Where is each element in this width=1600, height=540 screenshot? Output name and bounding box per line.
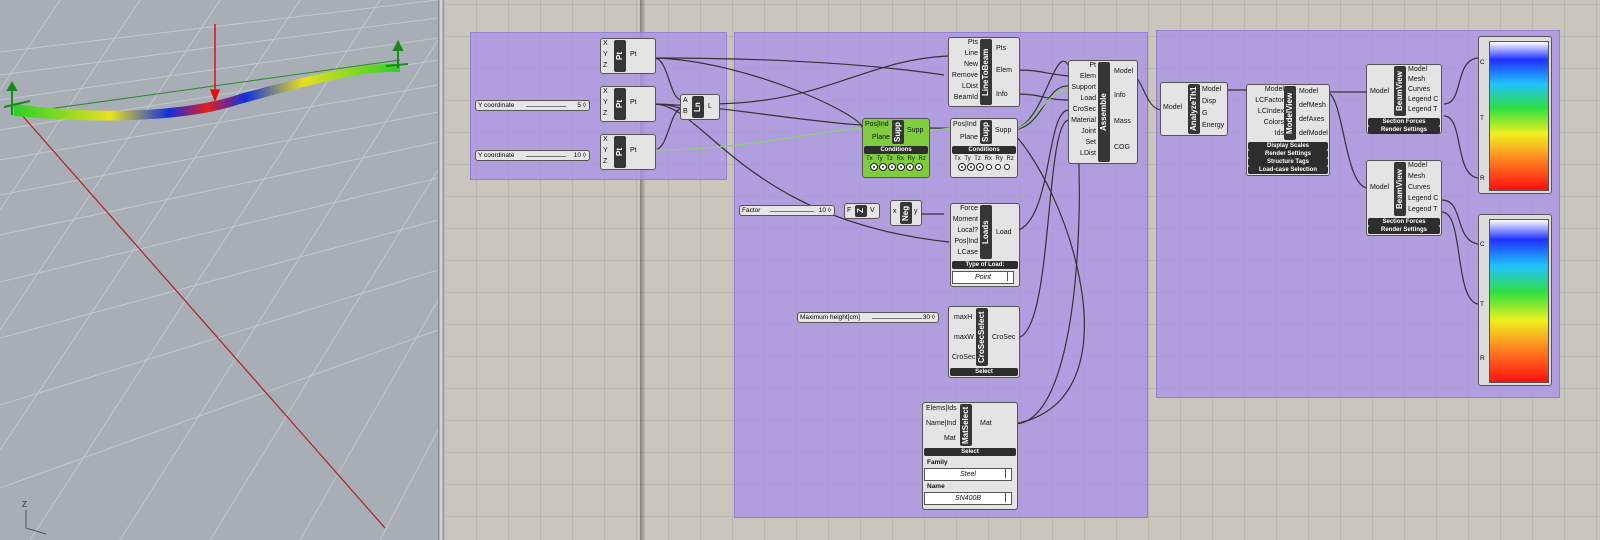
material-select-component[interactable]: Elems|Ids Name|Ind Mat MatSelect Mat Sel…	[922, 402, 1018, 510]
beam-view-component-2[interactable]: Model BeamView Model Mesh Curves Legend …	[1366, 160, 1442, 236]
slider-track[interactable]	[770, 211, 814, 212]
support-dof-toggles[interactable]: Tx Ty Tz Rx Ry Rz	[952, 156, 1016, 171]
slider-track[interactable]	[526, 106, 566, 107]
support-component-1[interactable]: Pos|Ind Plane Supp Supp Conditions Tx Ty…	[862, 118, 930, 178]
viewport-grid	[0, 0, 438, 540]
point-component-1[interactable]: X Y Z Pt Pt	[600, 38, 656, 74]
point-component-3[interactable]: X Y Z Pt Pt	[600, 134, 656, 170]
dof-toggle[interactable]	[878, 163, 887, 171]
negative-component[interactable]: x Neg y	[890, 200, 922, 226]
dof-toggle[interactable]	[1003, 164, 1010, 170]
legend-panel-1[interactable]: C T R	[1478, 36, 1552, 194]
line-to-beam-component[interactable]: Pts Line New Remove LDist BeamId LineToB…	[948, 37, 1020, 107]
legend-color-gradient	[1489, 41, 1549, 191]
load-arrow-icon	[209, 24, 221, 103]
legend-panel-2[interactable]: C T R	[1478, 214, 1552, 386]
dof-toggle[interactable]	[905, 163, 914, 171]
grasshopper-canvas[interactable]: Y coordinate 5 ◊ Y coordinate 10 ◊ Facto…	[444, 0, 1600, 540]
legend-color-gradient	[1489, 219, 1549, 383]
y-coordinate-slider-2[interactable]: Y coordinate 10 ◊	[475, 150, 590, 161]
support-component-2[interactable]: Pos|Ind Plane Supp Supp Conditions Tx Ty…	[950, 118, 1018, 178]
slider-track[interactable]	[872, 318, 922, 319]
dof-toggle[interactable]	[975, 163, 984, 171]
assemble-component[interactable]: Pt Elem Support Load CroSec Material Joi…	[1068, 60, 1138, 164]
model-view-component[interactable]: Model LCFactor LCIndex Colors Ids ModelV…	[1246, 84, 1330, 176]
deflected-beam	[14, 63, 400, 121]
maximum-height-slider[interactable]: Maximum height[cm] 30 ◊	[797, 312, 939, 323]
line-component[interactable]: A B Ln L	[680, 94, 720, 120]
cross-section-select-component[interactable]: maxH maxW CroSec CroSecSelect CroSec Sel…	[948, 306, 1020, 378]
material-name-dropdown[interactable]: SN400B	[924, 492, 1012, 505]
factor-slider[interactable]: Factor 10 ◊	[739, 205, 835, 216]
slider-track[interactable]	[526, 156, 566, 157]
material-family-dropdown[interactable]: Steel	[924, 468, 1012, 481]
axis-z-label: Z	[22, 500, 27, 509]
loads-component[interactable]: Force Moment Local? Pos|Ind LCase Loads …	[950, 203, 1020, 287]
dof-toggle[interactable]	[914, 163, 923, 171]
y-coordinate-slider-1[interactable]: Y coordinate 5 ◊	[475, 100, 590, 111]
dof-toggle[interactable]	[994, 164, 1001, 170]
viewport-scene	[0, 0, 438, 540]
rhino-viewport[interactable]: Z	[0, 0, 438, 540]
x-axis-line	[19, 112, 386, 529]
dof-toggle[interactable]	[887, 163, 896, 171]
dof-toggle[interactable]	[966, 163, 975, 171]
support-dof-toggles[interactable]: Tx Ty Tz Rx Ry Rz	[864, 156, 928, 171]
unit-z-component[interactable]: F Z V	[844, 203, 880, 219]
dof-toggle[interactable]	[869, 163, 878, 171]
dof-toggle[interactable]	[957, 163, 966, 171]
dof-toggle[interactable]	[896, 163, 905, 171]
dof-toggle[interactable]	[985, 164, 992, 170]
beam-view-component-1[interactable]: Model BeamView Model Mesh Curves Legend …	[1366, 64, 1442, 134]
analyze-component[interactable]: Model AnalyzeTh1 Model Disp G Energy	[1160, 82, 1228, 136]
load-type-dropdown[interactable]: Point	[952, 271, 1014, 284]
point-component-2[interactable]: X Y Z Pt Pt	[600, 86, 656, 122]
